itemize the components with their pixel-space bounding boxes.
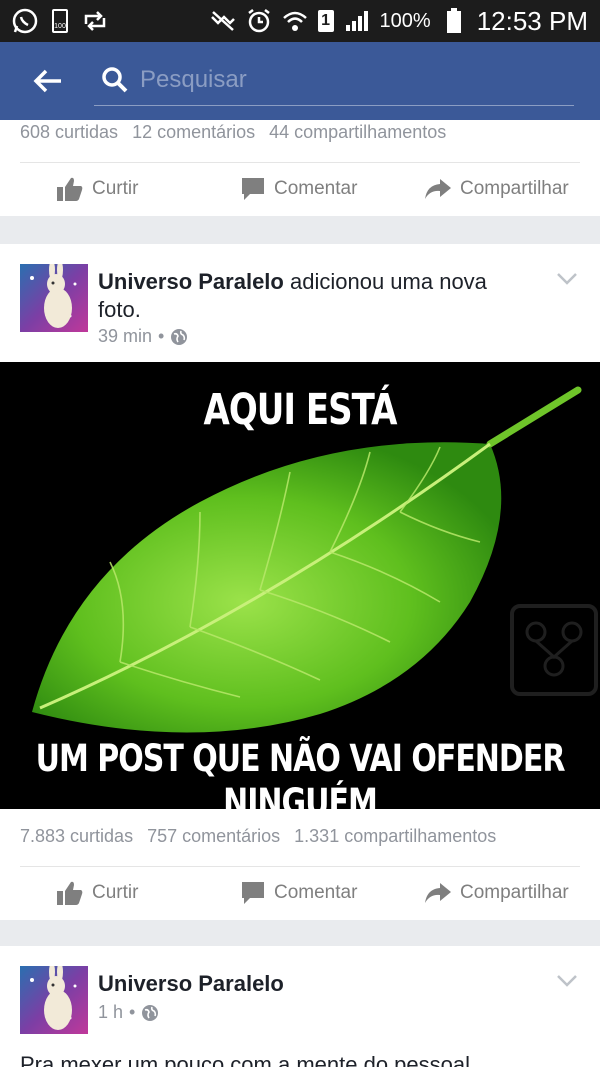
battery-icon [441,8,467,34]
post-meta: 39 min • [98,326,188,347]
globe-icon [171,328,188,345]
post-stats: 7.883 curtidas 757 comentários 1.331 com… [0,826,496,847]
author-name[interactable]: Universo Paralelo [98,971,284,996]
post-author-line: Universo Paralelo [98,970,528,998]
status-bar: 100 1 100% 12:53 PM [0,0,600,42]
comment-button[interactable]: Comentar [240,176,357,202]
like-label: Curtir [92,882,139,903]
mute-icon [210,8,236,34]
like-icon [57,177,83,201]
post-stats: 608 curtidas 12 comentários 44 compartil… [0,122,446,143]
comment-label: Comentar [274,882,358,903]
back-arrow-icon[interactable] [18,51,78,111]
sim-slot-badge: 1 [317,10,334,32]
comments-count[interactable]: 757 comentários [147,826,280,847]
chevron-down-icon[interactable] [556,272,578,286]
share-icon [425,883,451,903]
search-input[interactable]: Pesquisar [94,54,574,106]
post-author-line: Universo Paralelo adicionou uma nova fot… [98,268,528,324]
comments-count[interactable]: 12 comentários [132,122,255,143]
clock: 12:53 PM [476,5,588,36]
likes-count[interactable]: 608 curtidas [20,122,118,143]
post-time[interactable]: 39 min [98,326,152,347]
meta-separator: • [158,326,165,346]
comment-icon [242,882,264,904]
shares-count[interactable]: 44 compartilhamentos [269,122,446,143]
meme-top-text: AQUI ESTÁ [203,384,399,437]
meme-bottom-text: UM POST QUE NÃO VAI OFENDER NINGUÉM [35,736,567,809]
signal-icon [344,8,370,34]
wifi-icon [282,8,308,34]
retweet-icon [82,8,108,34]
post-card: Universo Paralelo 1 h • Pra mexer um pou… [0,946,600,1067]
search-placeholder: Pesquisar [140,65,247,93]
post-actions: Curtir Comentar Compartilhar [0,868,600,918]
post-card: Universo Paralelo adicionou uma nova fot… [0,244,600,920]
avatar[interactable] [20,264,88,332]
whatsapp-icon [12,8,38,34]
app-bar: Pesquisar [0,42,600,120]
post-time[interactable]: 1 h [98,1002,123,1023]
post-actions: Curtir Comentar Compartilhar [0,164,600,214]
search-icon [100,65,130,95]
shares-count[interactable]: 1.331 compartilhamentos [294,826,496,847]
share-button[interactable]: Compartilhar [424,177,569,201]
avatar[interactable] [20,966,88,1034]
like-button[interactable]: Curtir [56,880,138,906]
comment-icon [242,178,264,200]
meta-separator: • [129,1002,136,1022]
post-text: Pra mexer um pouco com a mente do pessoa… [20,1052,489,1067]
divider [20,866,580,867]
like-label: Curtir [92,178,139,199]
post-card: 608 curtidas 12 comentários 44 compartil… [0,120,600,216]
author-name[interactable]: Universo Paralelo [98,269,284,294]
post-header: Universo Paralelo adicionou uma nova fot… [0,244,600,364]
battery-saver-icon: 100 [52,9,68,33]
alarm-icon [246,8,272,34]
comment-button[interactable]: Comentar [240,880,357,906]
like-icon [57,881,83,905]
post-image[interactable]: AQUI ESTÁ UM POST QUE NÃO VAI OFENDER NI… [0,362,600,809]
likes-count[interactable]: 7.883 curtidas [20,826,133,847]
battery-percent: 100% [379,9,431,32]
like-button[interactable]: Curtir [56,176,138,202]
share-label: Compartilhar [460,178,569,199]
share-button[interactable]: Compartilhar [424,881,569,905]
globe-icon [142,1004,159,1021]
chevron-down-icon[interactable] [556,974,578,988]
comment-label: Comentar [274,178,358,199]
divider [20,162,580,163]
share-icon [425,179,451,199]
post-meta: 1 h • [98,1002,159,1023]
share-label: Compartilhar [460,882,569,903]
